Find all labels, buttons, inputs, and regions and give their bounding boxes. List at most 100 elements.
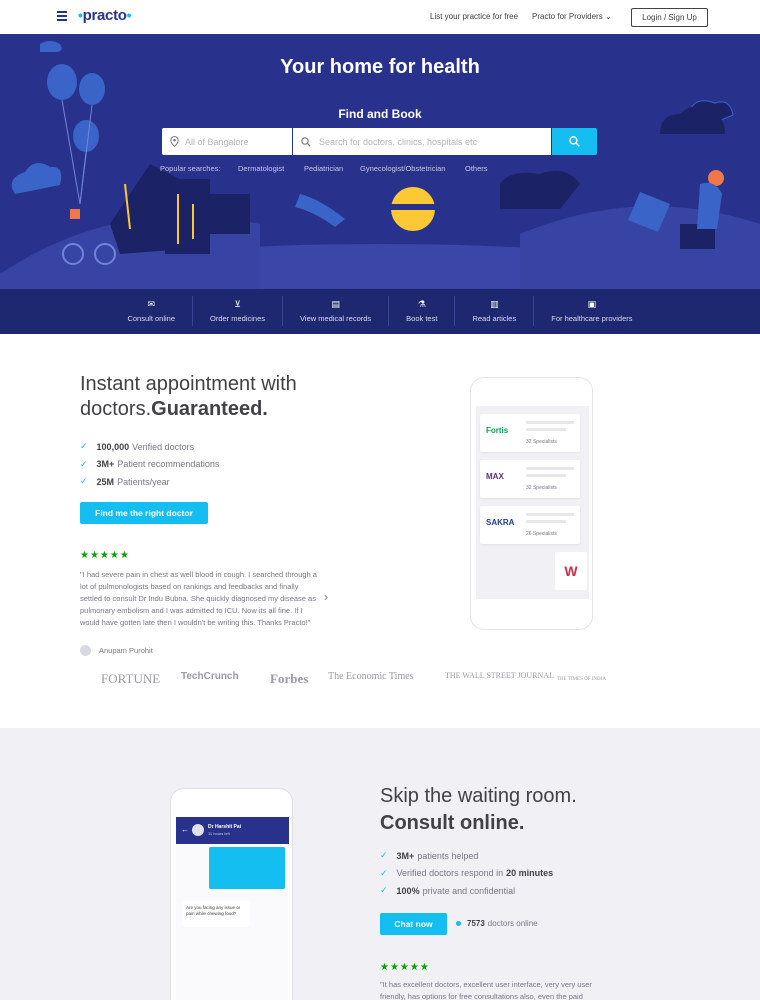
popular-search-others[interactable]: Others [465,164,488,173]
hero-title: Your home for health [280,56,480,78]
rating-stars: ★★★★★ [380,962,430,973]
testimonial-text: "I had severe pain in chest as well bloo… [80,570,317,627]
phone-screen: Fortis 32 Specialists MAX 32 Specialists… [476,406,589,599]
nav-healthcare-providers[interactable]: ▣ For healthcare providers [534,296,649,326]
nav-order-medicines[interactable]: ⊻ Order medicines [193,296,284,326]
nav-label: For healthcare providers [551,314,633,323]
nav-label: Book test [406,314,438,323]
hospital-logo: Fortis [486,426,509,435]
nav-medical-records[interactable]: ▤ View medical records [283,296,390,326]
specialist-count: 32 Specialists [526,485,557,491]
instant-appointment-section: Instant appointment with doctors.Guarant… [0,334,760,728]
heading-line-1: Skip the waiting room. [380,785,577,807]
phone-screen: ← Dr Harshit Pai 11 hours left Are you f… [176,817,289,1000]
consult-online-section: ← Dr Harshit Pai 11 hours left Are you f… [0,728,760,1000]
placeholder-line [526,428,566,431]
feature-item: ✓ 3M+ patients helped [380,850,479,861]
phone-mockup: ← Dr Harshit Pai 11 hours left Are you f… [170,788,293,1000]
nav-book-test[interactable]: ⚗ Book test [389,296,456,326]
check-icon: ✓ [80,476,88,487]
hospital-logo: SAKRA [486,518,515,527]
chevron-right-icon[interactable]: › [324,590,328,604]
chat-icon: ✉ [147,299,155,309]
section-heading: Skip the waiting room. Consult online. [380,783,577,837]
heading-bold: Guaranteed. [151,398,268,420]
popular-search-pediatrician[interactable]: Pediatrician [304,164,343,173]
online-count: 7573 [467,919,485,928]
doctor-name: Dr Harshit Pai [208,824,242,830]
online-dot-icon [456,921,461,926]
services-nav: ✉ Consult online ⊻ Order medicines ▤ Vie… [0,289,760,334]
heading-line-2: Consult online. [380,812,525,834]
location-pin-icon [170,136,179,147]
briefcase-icon: ▣ [587,299,597,309]
popular-search-gynecologist[interactable]: Gynecologist/Obstetrician [360,164,445,173]
placeholder-line [526,513,574,516]
list-practice-link[interactable]: List your practice for free [430,12,518,21]
popular-searches-label: Popular searches: [160,164,221,173]
placeholder-line [526,474,566,477]
search-placeholder: Search for doctors, clinics, hospitals e… [319,136,478,147]
hero-banner: Your home for health Find and Book All o… [0,34,760,289]
location-placeholder: All of Bangalore [185,136,249,147]
press-techcrunch: TechCrunch [181,671,239,682]
section-heading: Instant appointment with doctors.Guarant… [80,372,297,422]
check-icon: ✓ [380,850,388,861]
nav-consult-online[interactable]: ✉ Consult online [110,296,193,326]
press-economic-times: The Economic Times [328,671,414,682]
doctor-search-input[interactable]: Search for doctors, clinics, hospitals e… [293,128,551,155]
flask-icon: ⚗ [417,299,426,309]
chat-header: ← Dr Harshit Pai 11 hours left [176,817,289,844]
nav-read-articles[interactable]: ▥ Read articles [455,296,535,326]
hospital-logo: MAX [486,472,504,481]
placeholder-line [526,421,574,424]
search-icon [569,136,580,147]
chat-status: 11 hours left [208,831,230,836]
phone-mockup: Fortis 32 Specialists MAX 32 Specialists… [470,377,593,630]
search-icon [301,136,311,147]
hospital-logo-partial: W [555,552,587,590]
specialist-count: 26 Specialists [526,531,557,537]
nav-label: View medical records [300,314,372,323]
practo-providers-link[interactable]: Practo for Providers ⌄ [532,12,612,21]
heading-line-1: Instant appointment with [80,373,297,395]
doctors-online-indicator: 7573 doctors online [456,919,538,928]
placeholder-line [526,520,566,523]
find-doctor-button[interactable]: Find me the right doctor [80,502,208,524]
nav-label: Consult online [127,314,175,323]
specialist-count: 32 Specialists [526,439,557,445]
check-icon: ✓ [80,441,88,452]
testimonial-text: "It has excellent doctors, excellent use… [380,980,592,1000]
feature-item: ✓ 3M+ Patient recommendations [80,458,220,470]
feature-item: ✓ 100% private and confidential [380,885,516,896]
heading-line-2: doctors. [80,398,152,420]
book-icon: ▥ [490,299,499,309]
feature-item: ✓ Verified doctors respond in 20 minutes [380,867,554,879]
online-label: doctors online [487,919,538,928]
chat-now-button[interactable]: Chat now [380,913,447,935]
find-and-book-label: Find and Book [338,107,422,121]
chat-message-sent [209,847,285,889]
chat-message-received: Are you facing any issue or pain while c… [182,901,250,927]
popular-search-dermatologist[interactable]: Dermatologist [238,164,284,173]
check-icon: ✓ [80,458,88,469]
press-times-of-india: THE TIMES OF INDIA [557,677,606,682]
hospital-card: MAX 32 Specialists [480,460,580,498]
press-forbes: Forbes [270,671,309,686]
nav-label: Read articles [472,314,517,323]
chevron-down-icon: ⌄ [604,12,612,21]
feature-list: ✓ 3M+ patients helped ✓ Verified doctors re… [380,847,556,900]
cart-icon: ⊻ [234,299,241,309]
avatar [80,645,91,656]
feature-item: ✓ 25M Patients/year [80,476,170,487]
feature-list: ✓ 100,000 Verified doctors ✓ 3M+ Patient rec… [80,438,219,491]
location-input[interactable]: All of Bangalore [162,128,292,155]
practo-logo[interactable]: •practo• [78,7,132,24]
check-icon: ✓ [380,867,388,878]
press-fortune: FORTUNE [101,671,161,686]
menu-icon[interactable] [57,11,67,21]
search-button[interactable] [552,128,597,155]
back-arrow-icon[interactable]: ← [181,825,189,834]
login-signup-button[interactable]: Login / Sign Up [631,8,708,27]
feature-item: ✓ 100,000 Verified doctors [80,441,195,452]
